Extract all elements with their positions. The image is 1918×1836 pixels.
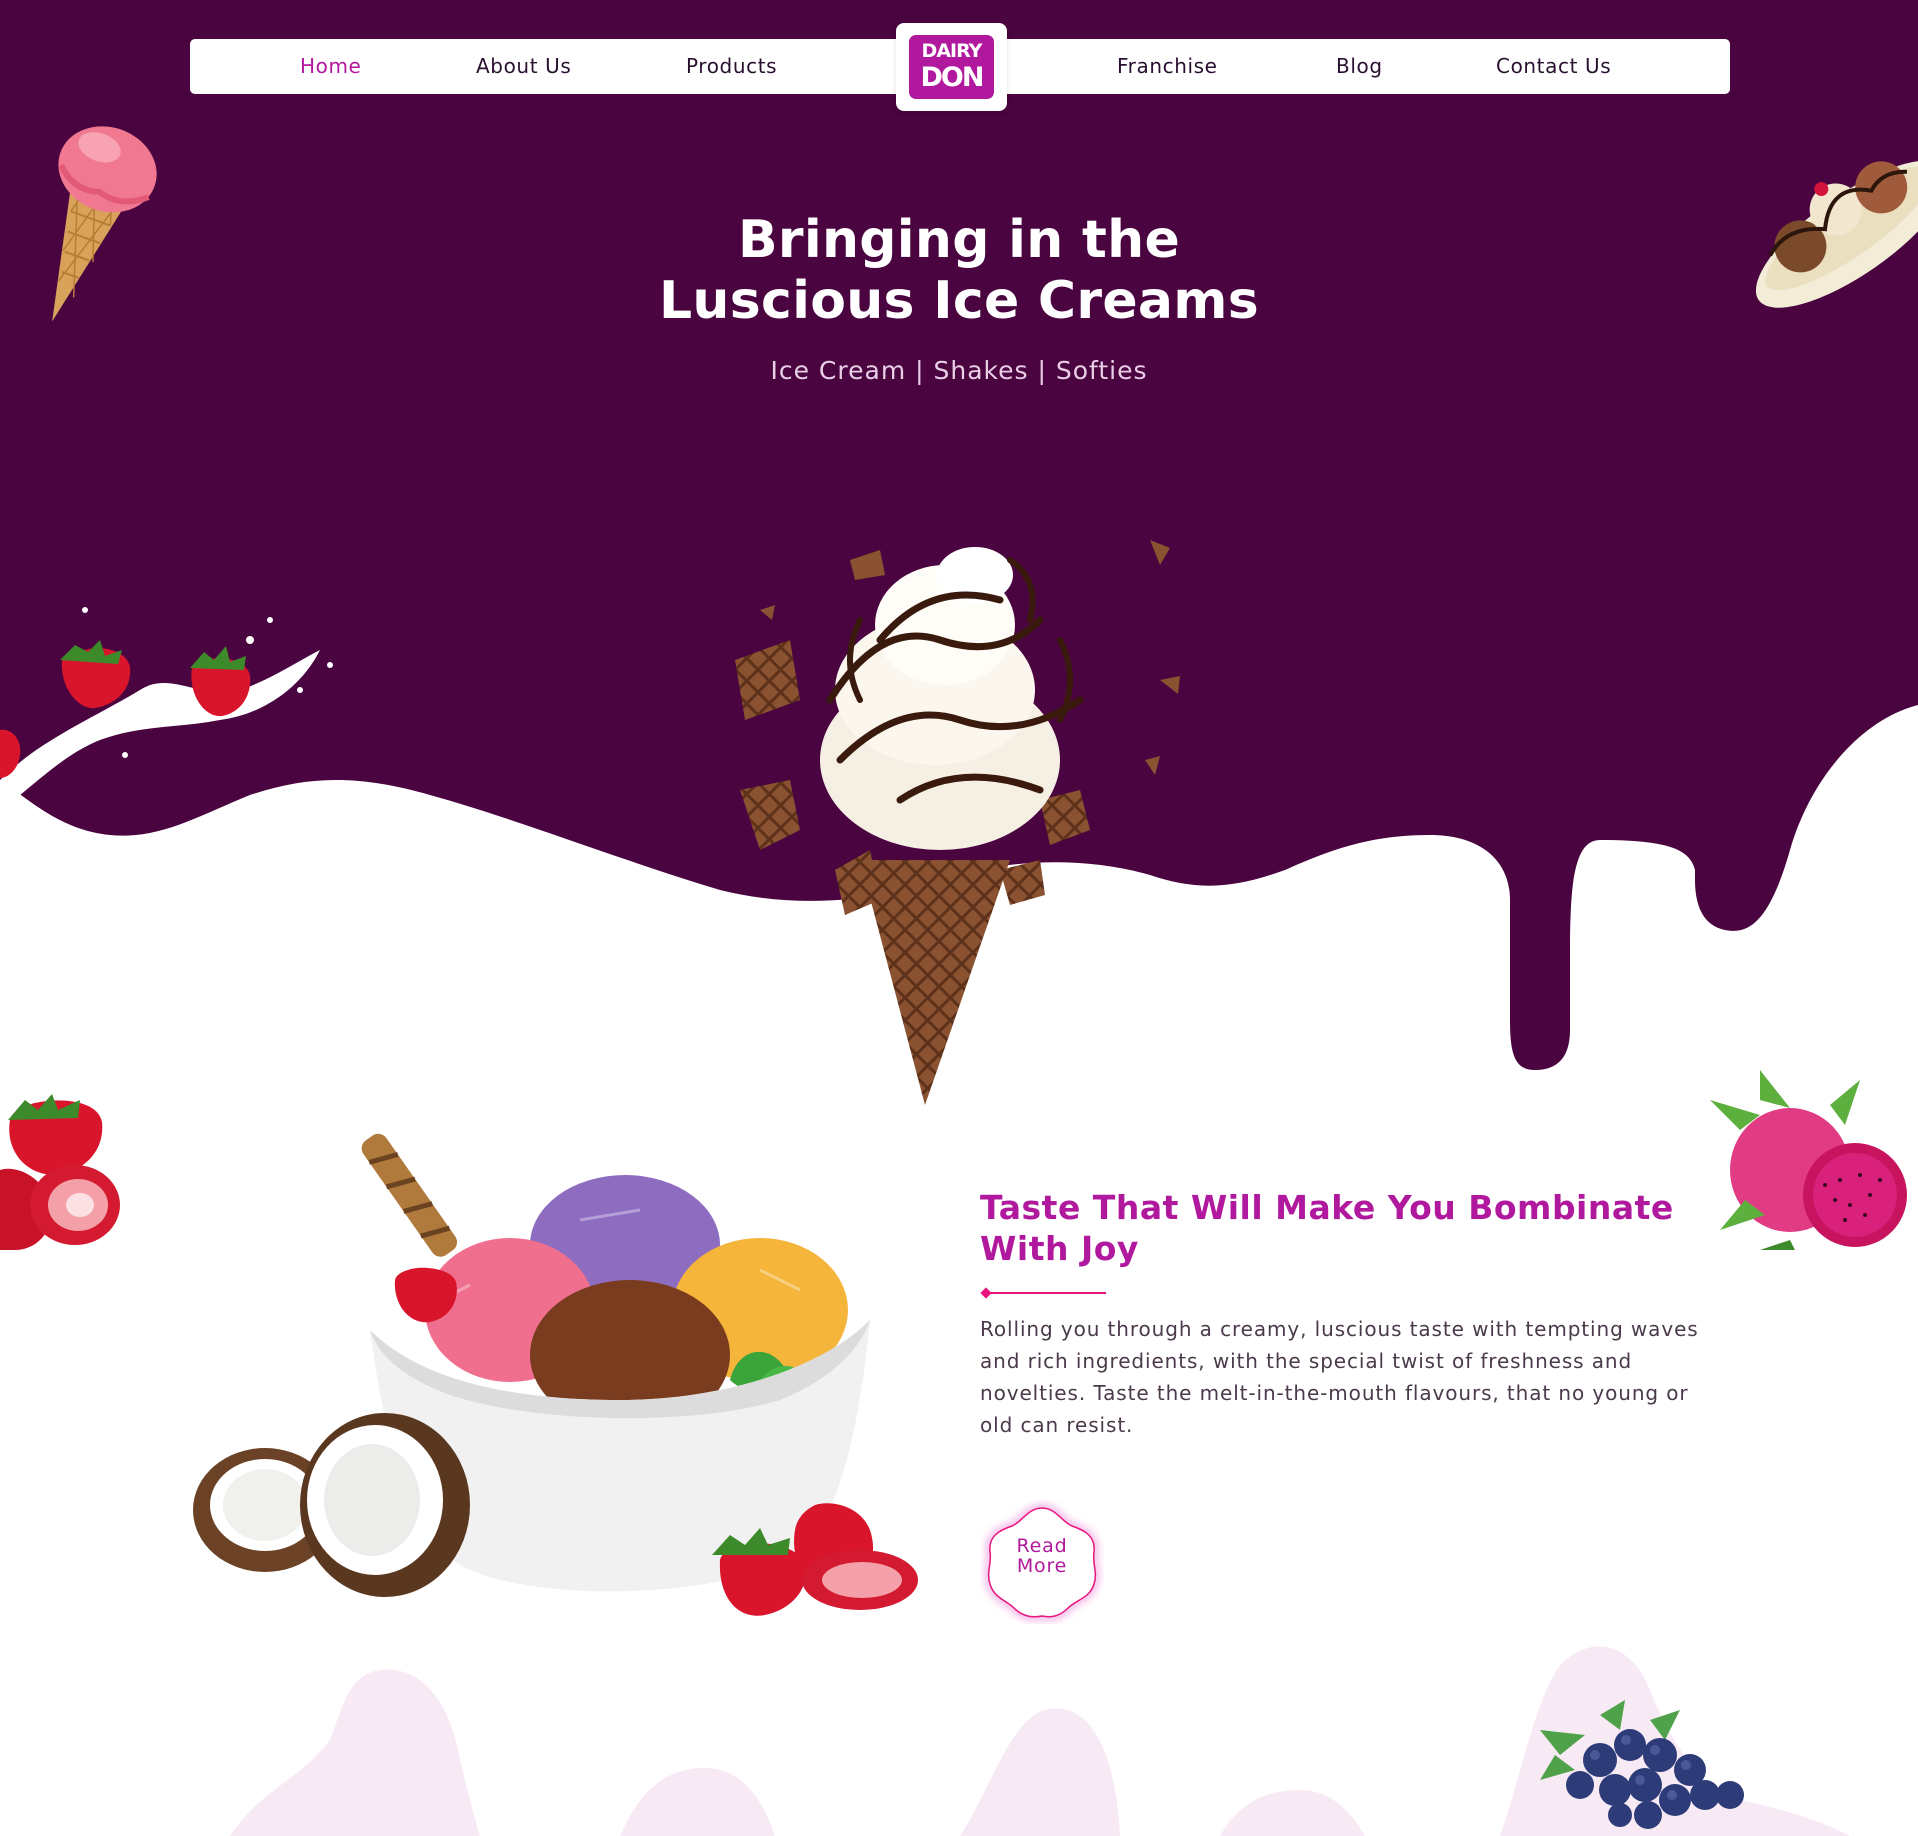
- about-body-line-1: Rolling you through a creamy, luscious t…: [980, 1317, 1699, 1341]
- hero-title: Bringing in the Luscious Ice Creams: [559, 210, 1359, 332]
- nav-franchise[interactable]: Franchise: [1117, 39, 1218, 94]
- logo-text-top: DAIRY: [921, 40, 983, 62]
- about-heading-line-2: With Joy: [980, 1229, 1139, 1268]
- hero-subtitle: Ice Cream | Shakes | Softies: [770, 356, 1148, 385]
- nav-about-us[interactable]: About Us: [476, 39, 571, 94]
- about-body-line-3: novelties. Taste the melt-in-the-mouth f…: [980, 1381, 1689, 1405]
- about-body-line-2: and rich ingredients, with the special t…: [980, 1349, 1633, 1373]
- about-heading: Taste That Will Make You Bombinate With …: [980, 1187, 1720, 1269]
- logo[interactable]: DAIRY DON: [896, 23, 1007, 111]
- page: Home About Us Products Franchise Blog Co…: [0, 0, 1918, 1836]
- read-more-label-line-1: Read: [1016, 1535, 1068, 1557]
- nav-home[interactable]: Home: [300, 39, 361, 94]
- nav-contact-us[interactable]: Contact Us: [1496, 39, 1611, 94]
- heading-divider: [980, 1287, 1106, 1299]
- nav-products[interactable]: Products: [686, 39, 777, 94]
- hero-title-line-2: Luscious Ice Creams: [658, 271, 1260, 331]
- read-more-label-line-2: More: [1016, 1555, 1068, 1577]
- logo-text-bottom: DON: [920, 62, 985, 93]
- logo-badge: DAIRY DON: [909, 35, 994, 99]
- about-heading-line-1: Taste That Will Make You Bombinate: [980, 1188, 1674, 1227]
- hero-title-line-1: Bringing in the: [737, 210, 1181, 270]
- about-body-line-4: old can resist.: [980, 1413, 1134, 1437]
- read-more-button[interactable]: Read More: [980, 1500, 1104, 1624]
- read-more-label: Read More: [980, 1536, 1104, 1576]
- nav-blog[interactable]: Blog: [1336, 39, 1383, 94]
- about-body: Rolling you through a creamy, luscious t…: [980, 1313, 1720, 1441]
